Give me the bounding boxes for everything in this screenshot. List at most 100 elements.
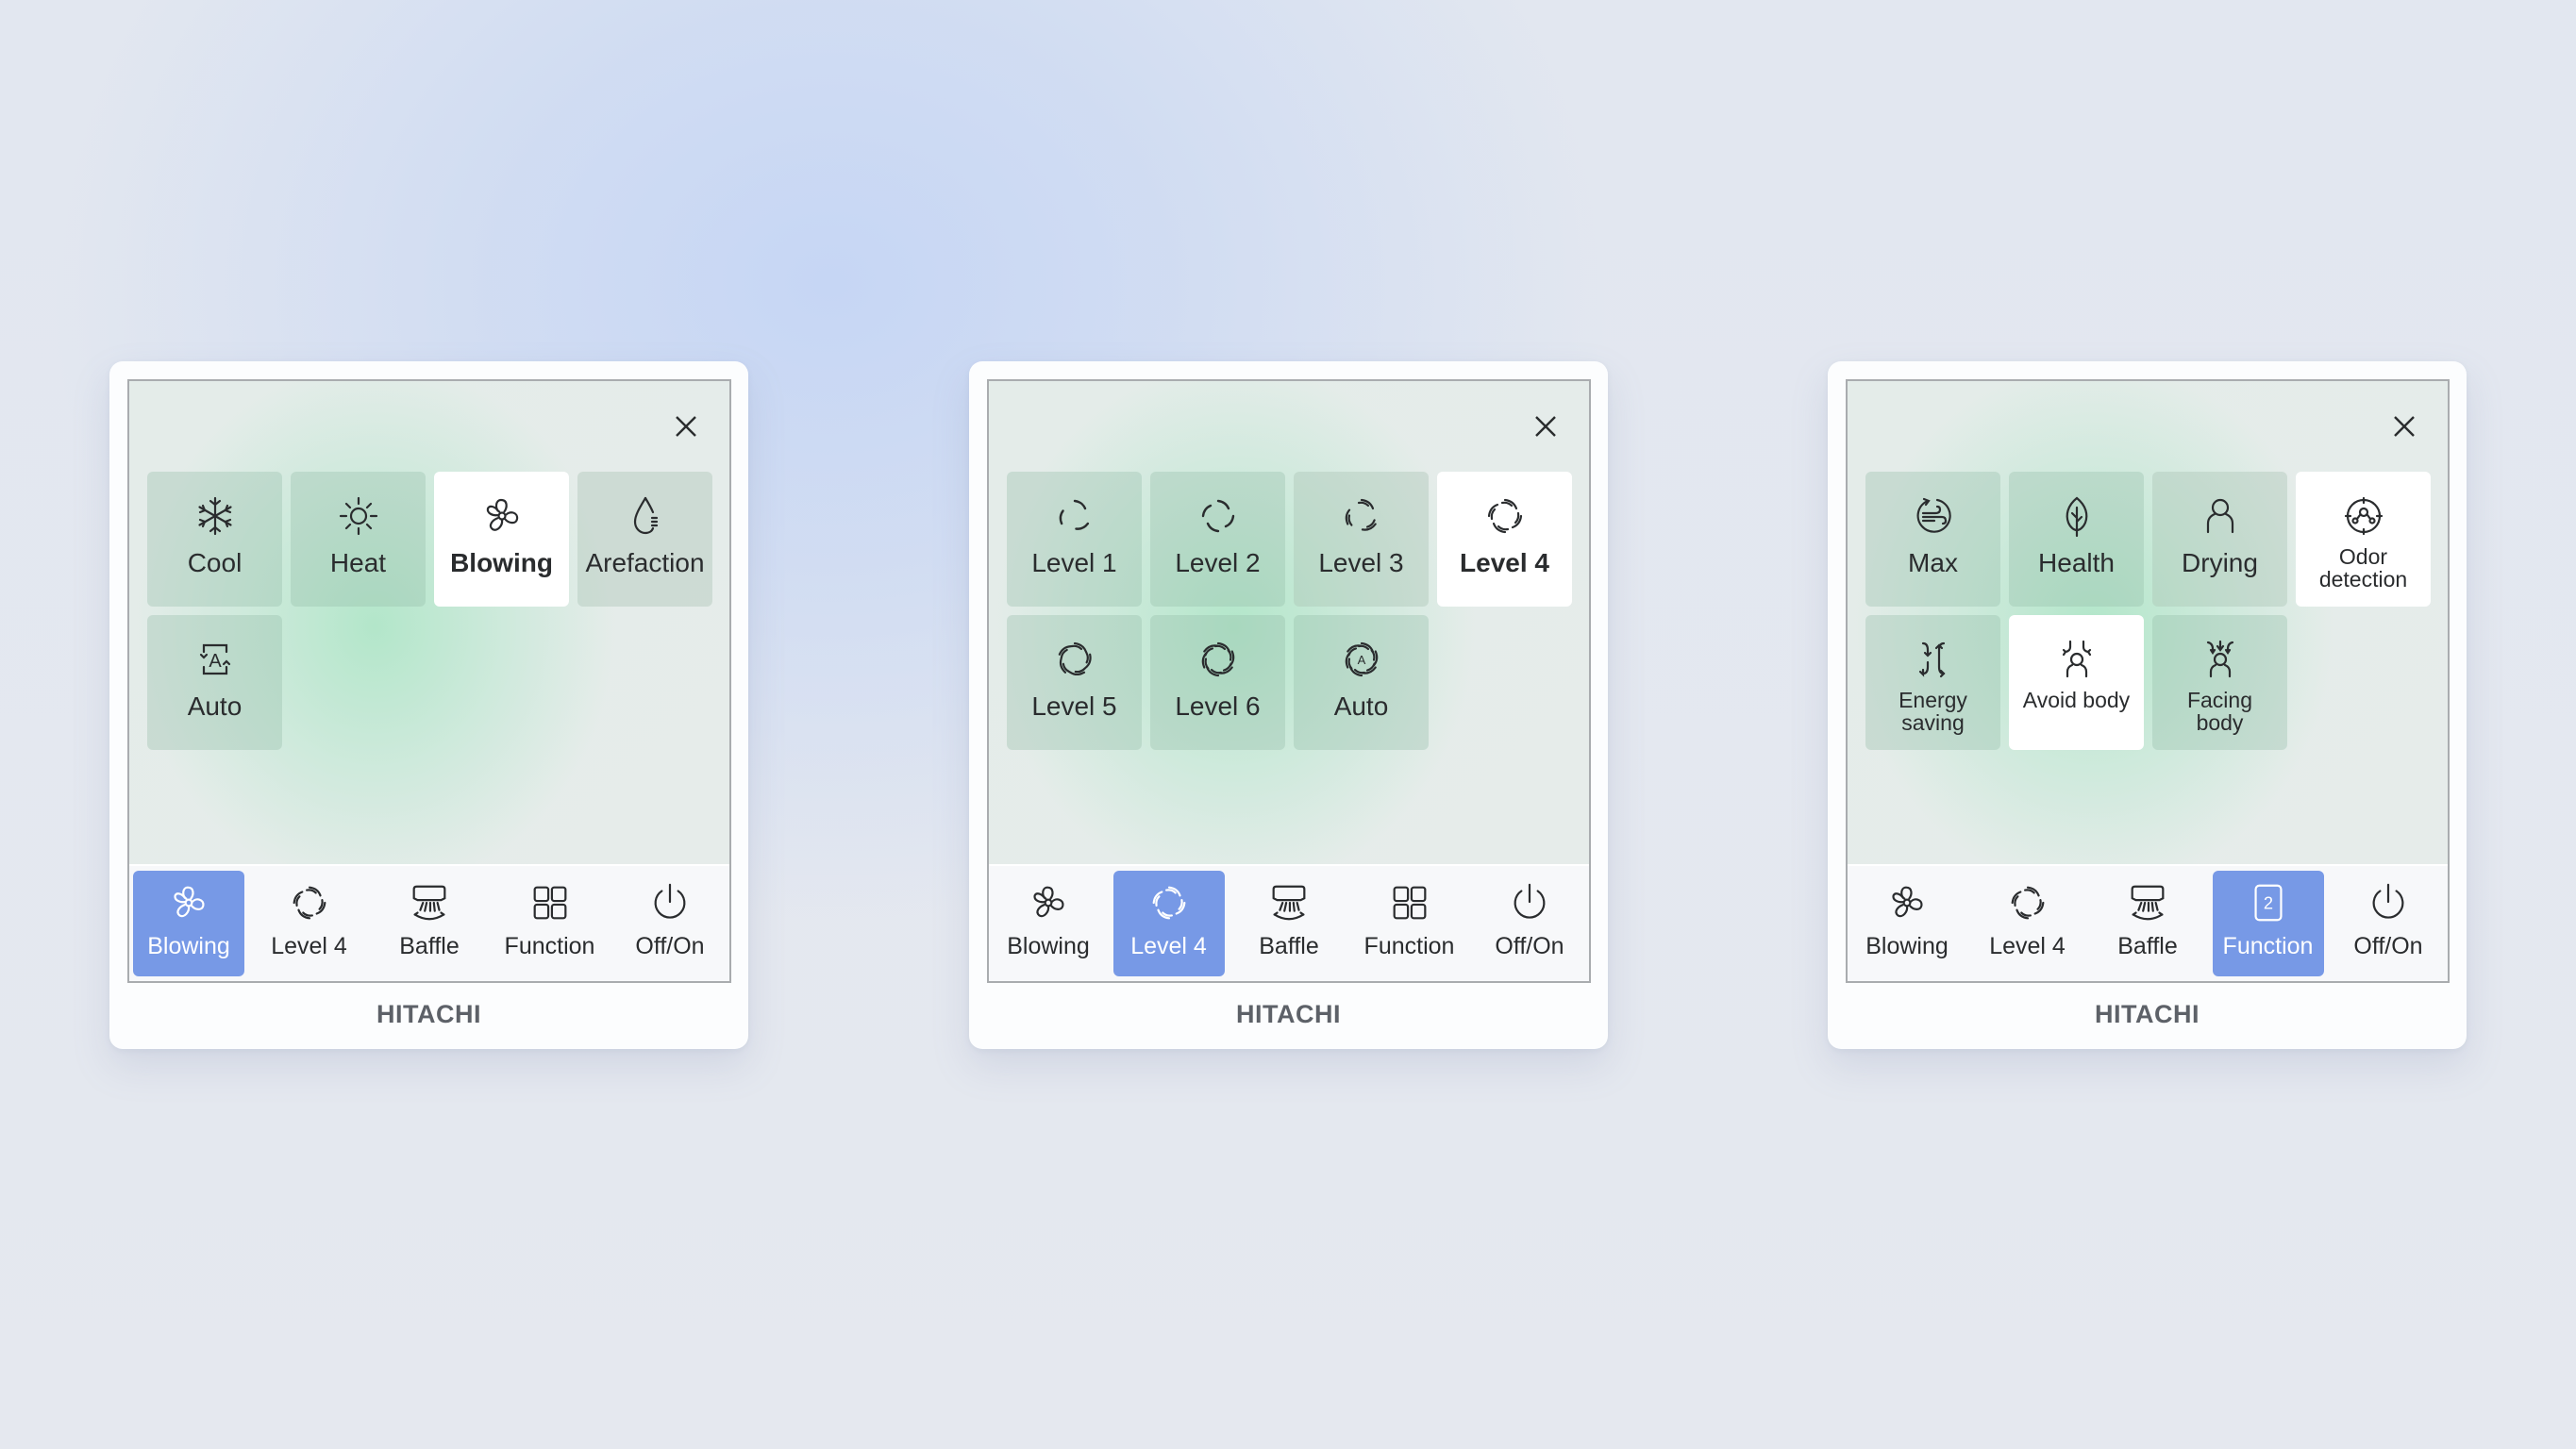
wind-level-1-icon: [1051, 492, 1098, 540]
option-grid: Cool Heat Blowing Arefaction A Auto: [147, 472, 712, 750]
auto-mode-icon: A: [192, 636, 239, 683]
wind-auto-icon: A: [1338, 636, 1385, 683]
option-max[interactable]: Max: [1865, 472, 2000, 607]
wind-level-icon: [287, 880, 332, 925]
nav-off-on[interactable]: Off/On: [1474, 871, 1585, 976]
nav-label: Baffle: [2117, 933, 2178, 959]
svg-text:A: A: [209, 651, 222, 672]
odor-detection-icon: [2340, 492, 2387, 540]
brand-logo: HITACHI: [1236, 1000, 1341, 1028]
grid-icon: [1387, 880, 1432, 925]
nav-level-4[interactable]: Level 4: [254, 871, 365, 976]
nav-label: Function: [1363, 933, 1455, 959]
option-blowing[interactable]: Blowing: [434, 472, 569, 607]
option-label: Heat: [329, 548, 387, 577]
baffle-icon: [2125, 880, 2170, 925]
option-drying[interactable]: Drying: [2152, 472, 2287, 607]
fan-icon: [1884, 880, 1930, 925]
option-label: Level 3: [1318, 548, 1404, 577]
option-arefaction[interactable]: Arefaction: [577, 472, 712, 607]
close-button[interactable]: [1529, 409, 1563, 443]
wind-level-6-icon: [1195, 636, 1242, 683]
nav-blowing[interactable]: Blowing: [133, 871, 244, 976]
option-label: Health: [2038, 548, 2115, 577]
remote-panel: Level 1 Level 2 Level 3 Level 4 Level 5 Level…: [969, 361, 1608, 1049]
nav-function[interactable]: 2 Function: [2212, 871, 2324, 976]
option-level-6[interactable]: Level 6: [1150, 615, 1285, 750]
nav-baffle[interactable]: Baffle: [2092, 871, 2203, 976]
nav-label: Off/On: [1495, 933, 1564, 959]
fan-icon: [166, 880, 211, 925]
option-facing-body[interactable]: Facing body: [2152, 615, 2287, 750]
energy-saving-icon: [1910, 636, 1957, 683]
wind-level-icon: [287, 880, 332, 925]
nav-label: Baffle: [1259, 933, 1319, 959]
wind-auto-icon: A: [1338, 636, 1385, 683]
max-airflow-icon: [1910, 492, 1957, 540]
nav-function[interactable]: Function: [1354, 871, 1465, 976]
option-health[interactable]: Health: [2009, 472, 2144, 607]
facing-body-icon: [2197, 636, 2244, 683]
power-icon: [2366, 880, 2411, 925]
brand-logo: HITACHI: [376, 1000, 481, 1028]
option-label: Energy saving: [1899, 688, 1967, 735]
option-level-2[interactable]: Level 2: [1150, 472, 1285, 607]
close-icon: [1529, 409, 1563, 443]
nav-baffle[interactable]: Baffle: [1233, 871, 1345, 976]
nav-label: Level 4: [1989, 933, 2066, 959]
wind-level-2-icon: [1195, 492, 1242, 540]
nav-off-on[interactable]: Off/On: [614, 871, 726, 976]
bottom-nav: Blowing Level 4 Baffle 2 Function Off/On: [1848, 864, 2448, 981]
nav-blowing[interactable]: Blowing: [1851, 871, 1963, 976]
function-count: 2: [2263, 893, 2272, 913]
nav-label: Baffle: [399, 933, 460, 959]
remote-panel: Max Health Drying Odor detection Energy savi…: [1828, 361, 2467, 1049]
nav-function[interactable]: Function: [494, 871, 606, 976]
grid-icon: [1387, 880, 1432, 925]
option-grid: Max Health Drying Odor detection Energy savi…: [1865, 472, 2431, 750]
fan-icon: [1884, 880, 1930, 925]
option-cool[interactable]: Cool: [147, 472, 282, 607]
option-auto[interactable]: A Auto: [1294, 615, 1429, 750]
nav-label: Function: [504, 933, 595, 959]
nav-level-4[interactable]: Level 4: [1972, 871, 2083, 976]
power-icon: [1507, 880, 1552, 925]
energy-saving-icon: [1910, 636, 1957, 683]
option-level-4[interactable]: Level 4: [1437, 472, 1572, 607]
wind-level-icon: [1146, 880, 1192, 925]
option-label: Cool: [187, 548, 243, 577]
nav-level-4[interactable]: Level 4: [1112, 871, 1225, 976]
wind-level-5-icon: [1051, 636, 1098, 683]
wind-level-icon: [2005, 880, 2050, 925]
nav-label: Blowing: [147, 933, 230, 959]
nav-blowing[interactable]: Blowing: [993, 871, 1104, 976]
option-auto[interactable]: A Auto: [147, 615, 282, 750]
wind-level-4-icon: [1481, 492, 1529, 540]
option-avoid-body[interactable]: Avoid body: [2009, 615, 2144, 750]
nav-label: Blowing: [1007, 933, 1090, 959]
option-level-3[interactable]: Level 3: [1294, 472, 1429, 607]
baffle-icon: [407, 880, 452, 925]
remote-screen: Level 1 Level 2 Level 3 Level 4 Level 5 Level…: [987, 379, 1591, 983]
fan-icon: [1026, 880, 1071, 925]
option-label: Odor detection: [2318, 544, 2408, 591]
nav-label: Off/On: [2353, 933, 2423, 959]
option-heat[interactable]: Heat: [291, 472, 426, 607]
fan-icon: [1026, 880, 1071, 925]
close-button[interactable]: [669, 409, 703, 443]
option-label: Blowing: [450, 548, 553, 577]
option-energy-saving[interactable]: Energy saving: [1865, 615, 2000, 750]
close-button[interactable]: [2387, 409, 2421, 443]
wind-level-3-icon: [1338, 492, 1385, 540]
leaf-icon: [2053, 492, 2100, 540]
baffle-icon: [1266, 880, 1312, 925]
nav-off-on[interactable]: Off/On: [2333, 871, 2444, 976]
function-count-icon: 2: [2246, 880, 2291, 925]
nav-baffle[interactable]: Baffle: [374, 871, 485, 976]
option-level-1[interactable]: Level 1: [1007, 472, 1142, 607]
option-label: Avoid body: [2022, 688, 2131, 712]
option-label: Auto: [1333, 691, 1389, 721]
option-odor-detection[interactable]: Odor detection: [2296, 472, 2431, 607]
option-level-5[interactable]: Level 5: [1007, 615, 1142, 750]
leaf-icon: [2053, 492, 2100, 540]
